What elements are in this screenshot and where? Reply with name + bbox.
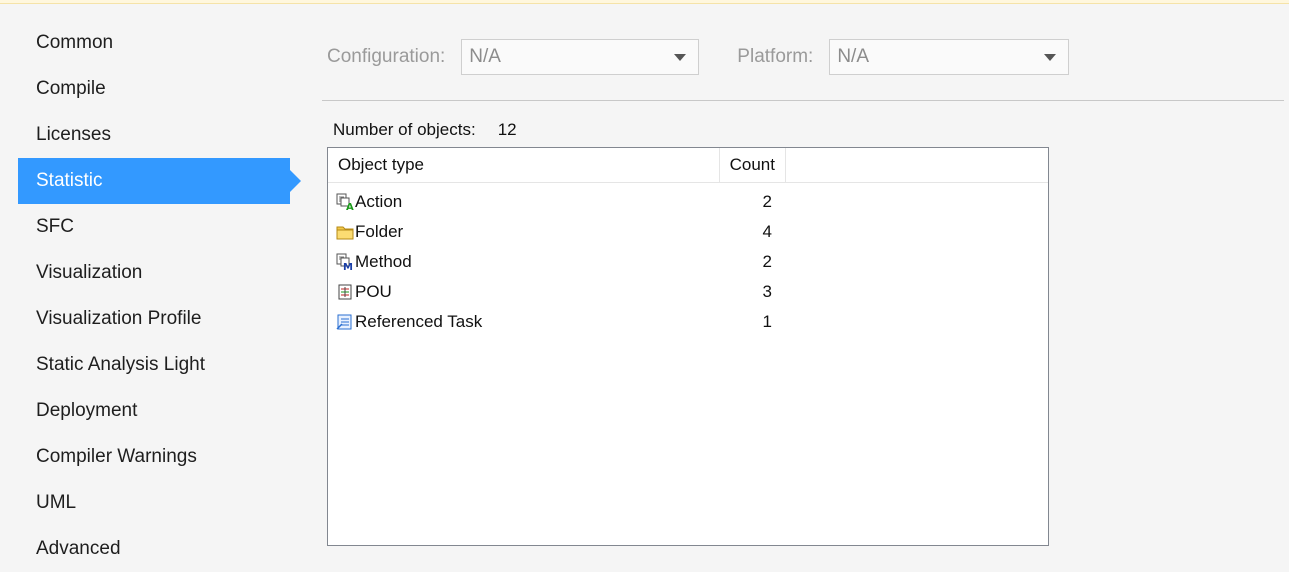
table-row[interactable]: Referenced Task 1	[328, 307, 1048, 337]
number-of-objects: Number of objects: 12	[333, 120, 517, 140]
sidebar-item-label: Common	[36, 32, 114, 53]
object-type-cell: POU	[328, 282, 720, 302]
number-of-objects-value: 12	[497, 120, 517, 139]
sidebar-item-label: UML	[36, 492, 77, 513]
sidebar-item-uml[interactable]: UML	[18, 480, 290, 526]
object-type-label: POU	[355, 282, 392, 301]
column-header-filler	[786, 148, 1048, 182]
object-type-cell: Referenced Task	[328, 312, 720, 332]
chevron-down-icon	[1044, 53, 1057, 61]
svg-text:M: M	[343, 262, 353, 271]
object-type-cell: Folder	[328, 222, 720, 242]
column-header-label: Object type	[338, 155, 424, 174]
sidebar-item-advanced[interactable]: Advanced	[18, 526, 290, 572]
table-row[interactable]: A Action 2	[328, 187, 1048, 217]
object-statistics-table[interactable]: Object type Count A Action 2 Folder 4 M …	[327, 147, 1049, 546]
table-row[interactable]: POU 3	[328, 277, 1048, 307]
sidebar-item-deployment[interactable]: Deployment	[18, 388, 290, 434]
sidebar-item-label: Compile	[36, 78, 106, 99]
sidebar-item-statistic[interactable]: Statistic	[18, 158, 301, 204]
pou-icon	[338, 284, 352, 300]
number-of-objects-label: Number of objects:	[333, 120, 476, 139]
sidebar-item-label: SFC	[36, 216, 74, 237]
method-icon: M	[336, 253, 353, 271]
sidebar-item-common[interactable]: Common	[18, 20, 290, 66]
count-cell: 2	[762, 192, 772, 211]
sidebar-item-compiler-warnings[interactable]: Compiler Warnings	[18, 434, 290, 480]
object-type-label: Folder	[355, 222, 404, 241]
chevron-down-icon	[674, 53, 687, 61]
sidebar-item-label: Advanced	[36, 538, 121, 559]
sidebar-item-label: Visualization	[36, 262, 143, 283]
sidebar-item-sfc[interactable]: SFC	[18, 204, 290, 250]
table-body: A Action 2 Folder 4 M Method 2 POU 3 Ref…	[328, 183, 1048, 337]
sidebar-item-label: Licenses	[36, 124, 111, 145]
sidebar: Common Compile Licenses Statistic SFC Vi…	[18, 20, 301, 572]
configuration-value: N/A	[469, 46, 501, 67]
platform-dropdown[interactable]: N/A	[829, 39, 1070, 75]
selection-arrow-icon	[290, 170, 301, 192]
platform-value: N/A	[837, 46, 870, 67]
object-type-label: Referenced Task	[355, 312, 483, 331]
section-divider	[322, 100, 1284, 101]
column-header-count[interactable]: Count	[720, 148, 786, 182]
configuration-bar: Configuration: N/A Platform: N/A	[327, 39, 1070, 75]
object-type-label: Method	[355, 252, 412, 271]
sidebar-item-label: Visualization Profile	[36, 308, 202, 329]
sidebar-item-licenses[interactable]: Licenses	[18, 112, 290, 158]
sidebar-item-label: Deployment	[36, 400, 138, 421]
configuration-label: Configuration:	[327, 46, 446, 67]
object-type-label: Action	[355, 192, 403, 211]
sidebar-item-label: Statistic	[36, 170, 103, 191]
table-header: Object type Count	[328, 148, 1048, 183]
sidebar-item-label: Compiler Warnings	[36, 446, 197, 467]
sidebar-item-compile[interactable]: Compile	[18, 66, 290, 112]
column-header-label: Count	[729, 155, 775, 174]
sidebar-item-visualization-profile[interactable]: Visualization Profile	[18, 296, 290, 342]
sidebar-item-label: Static Analysis Light	[36, 354, 205, 375]
platform-label: Platform:	[737, 46, 814, 67]
object-type-cell: M Method	[328, 252, 720, 272]
count-cell: 1	[762, 312, 772, 331]
action-icon: A	[336, 193, 354, 211]
count-cell: 3	[762, 282, 772, 301]
configuration-dropdown[interactable]: N/A	[461, 39, 700, 75]
svg-text:A: A	[346, 202, 354, 211]
table-row[interactable]: Folder 4	[328, 217, 1048, 247]
sidebar-item-visualization[interactable]: Visualization	[18, 250, 290, 296]
top-accent-line	[0, 0, 1289, 4]
folder-icon	[336, 226, 354, 240]
column-header-object-type[interactable]: Object type	[328, 148, 720, 182]
sidebar-item-static-analysis-light[interactable]: Static Analysis Light	[18, 342, 290, 388]
count-cell: 4	[762, 222, 772, 241]
table-row[interactable]: M Method 2	[328, 247, 1048, 277]
referenced-task-icon	[336, 314, 352, 330]
count-cell: 2	[762, 252, 772, 271]
object-type-cell: A Action	[328, 192, 720, 212]
